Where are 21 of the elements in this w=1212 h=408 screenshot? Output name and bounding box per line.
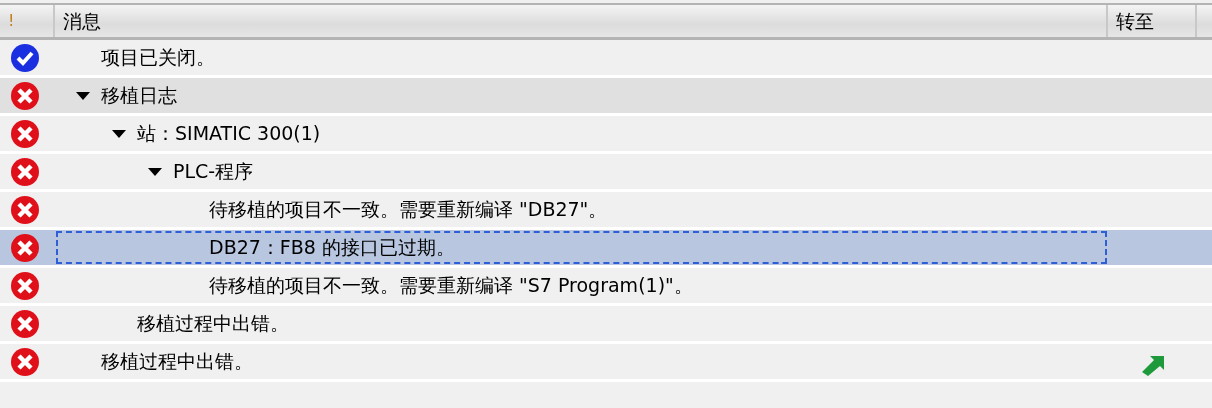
column-header[interactable]: 消息: [63, 6, 101, 36]
message-text: 移植过程中出错。: [137, 311, 289, 337]
message-text: 项目已关闭。: [101, 45, 215, 71]
message-row[interactable]: PLC-程序: [0, 154, 1212, 192]
collapse-caret-icon[interactable]: [148, 167, 162, 176]
message-row[interactable]: 移植过程中出错。: [0, 306, 1212, 344]
collapse-caret-icon[interactable]: [76, 91, 90, 100]
message-text: 待移植的项目不一致。需要重新编译 "S7 Program(1)"。: [209, 273, 693, 299]
message-row[interactable]: 站：SIMATIC 300(1): [0, 116, 1212, 154]
message-text: 移植过程中出错。: [101, 349, 253, 375]
message-text: PLC-程序: [173, 159, 254, 185]
collapse-caret-icon[interactable]: [112, 129, 126, 138]
message-row[interactable]: 待移植的项目不一致。需要重新编译 "S7 Program(1)"。: [0, 268, 1212, 306]
message-text: 站：SIMATIC 300(1): [137, 121, 321, 147]
message-row[interactable]: 移植过程中出错。: [0, 344, 1212, 382]
message-text: DB27：FB8 的接口已过期。: [209, 235, 455, 261]
message-text: 待移植的项目不一致。需要重新编译 "DB27"。: [209, 197, 608, 223]
message-text: 移植日志: [101, 83, 177, 109]
highlighted-row[interactable]: 移植日志: [0, 78, 1212, 116]
selected-row[interactable]: DB27：FB8 的接口已过期。: [0, 230, 1212, 268]
column-header[interactable]: 转至: [1116, 6, 1154, 36]
